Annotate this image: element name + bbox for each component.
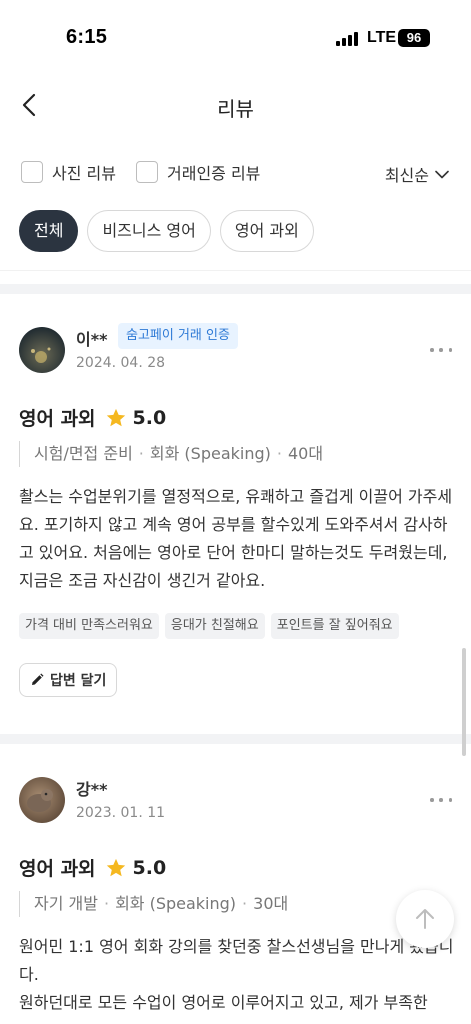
checkbox-box[interactable]	[21, 161, 43, 183]
photo-review-checkbox[interactable]: 사진 리뷰	[21, 160, 116, 184]
battery-icon: 96	[398, 29, 430, 47]
meta-purpose: 시험/면접 준비	[34, 444, 133, 463]
star-icon	[106, 408, 125, 426]
review-tag: 가격 대비 만족스러워요	[19, 613, 159, 639]
verified-review-label: 거래인증 리뷰	[167, 164, 261, 183]
scrollbar[interactable]	[462, 648, 466, 756]
review-tag: 포인트를 잘 짚어줘요	[270, 613, 399, 639]
filter-row: 사진 리뷰 거래인증 리뷰 최신순	[0, 156, 471, 188]
battery-level: 96	[406, 30, 422, 45]
review-tag: 응대가 친절해요	[164, 613, 265, 639]
arrow-up-icon	[416, 909, 434, 929]
review-date: 2023. 01. 11	[76, 805, 166, 821]
meta-purpose: 자기 개발	[34, 894, 98, 913]
more-options-icon[interactable]	[430, 796, 452, 804]
review-author: 강**	[76, 780, 108, 799]
review-meta: 자기 개발 · 회화 (Speaking) · 30대	[19, 891, 288, 917]
avatar[interactable]	[19, 327, 65, 373]
verified-review-checkbox[interactable]: 거래인증 리뷰	[136, 160, 260, 184]
section-divider	[0, 734, 471, 744]
review-date: 2024. 04. 28	[76, 355, 166, 371]
network-label: LTE	[367, 29, 397, 46]
chip-all[interactable]: 전체	[19, 210, 79, 252]
review-service: 영어 과외 5.0	[19, 404, 166, 431]
reply-label: 답변 달기	[50, 673, 107, 689]
meta-age: 30대	[253, 894, 289, 913]
service-name: 영어 과외	[19, 858, 96, 880]
review-meta: 시험/면접 준비 · 회화 (Speaking) · 40대	[19, 441, 323, 467]
status-time: 6:15	[66, 26, 108, 48]
sort-dropdown[interactable]: 최신순	[385, 162, 449, 186]
meta-age: 40대	[287, 444, 324, 463]
star-icon	[106, 858, 125, 876]
avatar[interactable]	[19, 777, 65, 823]
chevron-down-icon	[435, 170, 449, 178]
category-chips: 전체 비즈니스 영어 영어 과외	[19, 210, 323, 252]
meta-topic: 회화 (Speaking)	[149, 444, 271, 463]
scroll-to-top-button[interactable]	[396, 890, 454, 948]
header: 리뷰	[0, 76, 471, 138]
reply-button[interactable]: 답변 달기	[19, 663, 118, 697]
review-tags: 가격 대비 만족스러워요 응대가 친절해요 포인트를 잘 짚어줘요	[19, 613, 405, 639]
signal-icon	[336, 32, 358, 46]
verified-badge: 숨고페이 거래 인증	[118, 323, 238, 349]
review-body: 원어민 1:1 영어 회화 강의를 찾던중 찰스선생님을 만나게 됐습니다. 원…	[19, 933, 457, 1017]
review-body: 촬스는 수업분위기를 열정적으로, 유쾌하고 즐겁게 이끌어 가주세요. 포기하…	[19, 487, 453, 590]
divider	[0, 270, 471, 271]
meta-topic: 회화 (Speaking)	[115, 894, 237, 913]
pencil-icon	[32, 673, 44, 685]
section-divider	[0, 284, 471, 294]
review-author: 이**	[76, 330, 108, 349]
review-body-line: 원하던대로 모든 수업이 영어로 이루어지고 있고, 제가 부족한	[19, 993, 428, 1012]
service-name: 영어 과외	[19, 408, 96, 430]
rating-value: 5.0	[132, 406, 167, 429]
sort-label: 최신순	[384, 166, 429, 185]
review-body-line: 원어민 1:1 영어 회화 강의를 찾던중 찰스선생님을 만나게 됐습니다.	[19, 937, 454, 984]
status-bar: 6:15 LTE 96	[0, 0, 471, 76]
rating-value: 5.0	[132, 856, 167, 879]
page-title: 리뷰	[217, 97, 254, 121]
more-options-icon[interactable]	[430, 346, 452, 354]
chip-english-tutoring[interactable]: 영어 과외	[219, 210, 314, 252]
photo-review-label: 사진 리뷰	[52, 164, 116, 183]
review-service: 영어 과외 5.0	[19, 854, 166, 881]
checkbox-box[interactable]	[136, 161, 158, 183]
chip-business-english[interactable]: 비즈니스 영어	[87, 210, 211, 252]
